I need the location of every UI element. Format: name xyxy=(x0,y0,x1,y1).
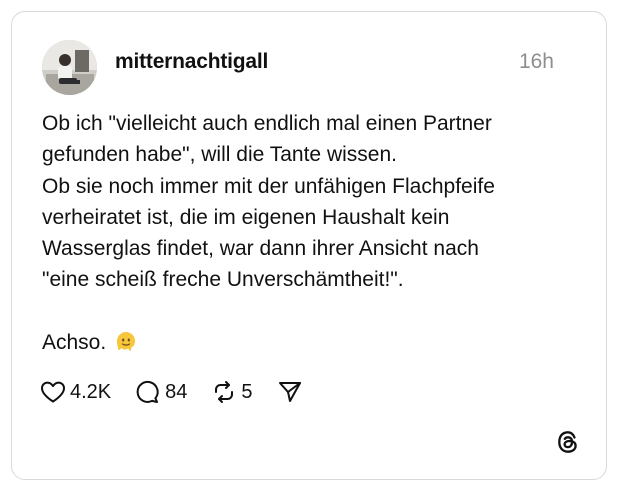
post-actions-bar: 4.2K 84 5 xyxy=(40,378,331,406)
send-icon xyxy=(278,382,301,402)
post-closing-line: Achso. xyxy=(42,327,582,358)
like-count: 4.2K xyxy=(70,380,112,403)
post-text-line: verheiratet ist, die im eigenen Haushalt… xyxy=(42,205,450,229)
post-text: Ob ich "vielleicht auch endlich mal eine… xyxy=(42,108,582,358)
post-text-line: gefunden habe", will die Tante wissen. xyxy=(42,143,397,167)
post-text-line: "eine scheiß freche Unverschämtheit!". xyxy=(42,268,404,292)
avatar[interactable] xyxy=(42,40,97,95)
reply-count: 84 xyxy=(165,380,188,403)
threads-logo-icon[interactable] xyxy=(555,429,581,455)
avatar-photo-icon xyxy=(42,40,97,95)
post-closing-text: Achso. xyxy=(42,331,107,355)
post-text-line: Ob sie noch immer mit der unfähigen Flac… xyxy=(42,174,495,198)
username[interactable]: mitternachtigall xyxy=(115,50,268,74)
comment-bubble-icon xyxy=(136,380,159,403)
like-button[interactable]: 4.2K xyxy=(40,380,111,404)
post-timestamp: 16h xyxy=(518,50,554,73)
repost-count: 5 xyxy=(241,380,253,403)
reply-button[interactable]: 84 xyxy=(135,380,187,404)
post-text-line: Wasserglas findet, war dann ihrer Ansich… xyxy=(42,237,479,261)
threads-post-card: mitternachtigall 16h Ob ich "vielleicht … xyxy=(11,11,607,480)
post-text-line: Ob ich "vielleicht auch endlich mal eine… xyxy=(42,112,492,135)
melting-face-emoji-icon xyxy=(117,332,136,351)
heart-icon xyxy=(41,381,65,403)
share-button[interactable] xyxy=(277,380,307,404)
repost-button[interactable]: 5 xyxy=(211,380,253,404)
repost-icon xyxy=(215,381,234,403)
